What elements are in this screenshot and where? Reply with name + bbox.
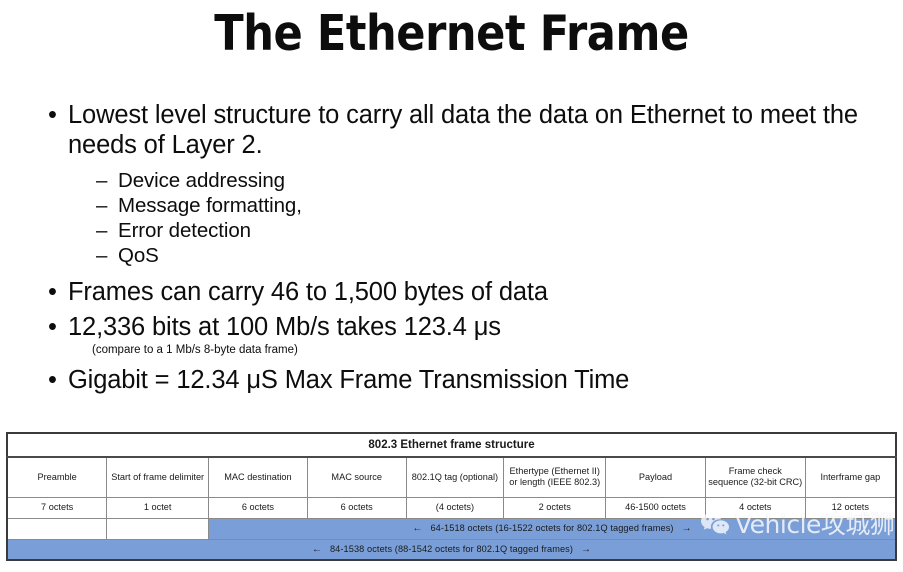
bullet-item: • Lowest level structure to carry all da…	[0, 100, 903, 160]
bullet-text: Error detection	[118, 219, 251, 242]
table-cell-empty	[106, 517, 210, 540]
table-cell-octets: (4 octets)	[405, 496, 505, 519]
bullet-item: • 12,336 bits at 100 Mb/s takes 123.4 μs	[0, 312, 903, 342]
table-column-header: Interframe gap	[804, 456, 897, 498]
bullet-text: Frames can carry 46 to 1,500 bytes of da…	[68, 278, 548, 306]
bullet-text: Lowest level structure to carry all data…	[68, 101, 858, 159]
page-title: The Ethernet Frame	[214, 5, 689, 62]
table-column-header: 802.1Q tag (optional)	[405, 456, 505, 498]
bullet-marker: –	[96, 244, 108, 267]
table-column-header: MAC source	[306, 456, 407, 498]
table-span-label: ← 64-1518 octets (16-1522 octets for 802.…	[208, 517, 897, 540]
arrow-right-icon: →	[581, 543, 592, 555]
bullet-item: – Device addressing	[0, 168, 903, 193]
table-cell-octets: 7 octets	[6, 496, 108, 519]
table-cell-octets: 1 octet	[106, 496, 210, 519]
table-cell-octets: 6 octets	[208, 496, 308, 519]
bullet-item: – Message formatting,	[0, 193, 903, 218]
table-header-row: Preamble Start of frame delimiter MAC dest…	[6, 456, 897, 498]
table-column-header: Ethertype (Ethernet II) or length (IEEE 8…	[503, 456, 607, 498]
table-cell-octets: 4 octets	[704, 496, 806, 519]
table-cell-octets: 12 octets	[804, 496, 897, 519]
bullet-item: • Gigabit = 12.34 μS Max Frame Transmiss…	[0, 365, 903, 395]
table-octets-row: 7 octets 1 octet 6 octets 6 octets (4 octets…	[6, 496, 897, 519]
slide-body: • Lowest level structure to carry all da…	[0, 100, 903, 395]
arrow-left-icon: ←	[311, 543, 322, 555]
table-cell-octets: 46-1500 octets	[605, 496, 706, 519]
table-column-header: Frame check sequence (32-bit CRC)	[704, 456, 806, 498]
bullet-marker: –	[96, 219, 108, 242]
span-range-text: 64-1518 octets (16-1522 octets for 802.1…	[430, 523, 674, 533]
bullet-marker: –	[96, 169, 108, 192]
table-column-header: MAC destination	[208, 456, 308, 498]
table-column-header: Payload	[605, 456, 706, 498]
bullet-marker: •	[48, 366, 57, 394]
bullet-item: – QoS	[0, 243, 903, 268]
bullet-item: – Error detection	[0, 218, 903, 243]
table-row: ← 64-1518 octets (16-1522 octets for 802.…	[6, 517, 897, 540]
bullet-item: • Frames can carry 46 to 1,500 bytes of …	[0, 277, 903, 307]
table-row: ← 84-1538 octets (88-1542 octets for 802.…	[6, 538, 897, 561]
table-cell-octets: 6 octets	[306, 496, 407, 519]
table-cell-octets: 2 octets	[503, 496, 607, 519]
table-title: 802.3 Ethernet frame structure	[6, 432, 897, 458]
slide-canvas: The Ethernet Frame • Lowest level struct…	[0, 0, 903, 572]
bullet-text: Device addressing	[118, 169, 285, 192]
bullet-marker: •	[48, 313, 57, 341]
ethernet-frame-structure-table: 802.3 Ethernet frame structure Preamble S…	[6, 432, 897, 561]
table-cell-empty	[6, 517, 108, 540]
span-range-text: 84-1538 octets (88-1542 octets for 802.1…	[329, 543, 574, 554]
bullet-marker: •	[48, 278, 57, 306]
arrow-left-icon: ←	[412, 523, 423, 534]
arrow-right-icon: →	[681, 523, 692, 534]
bullet-subnote: (compare to a 1 Mb/s 8-byte data frame)	[92, 344, 298, 356]
table-column-header: Preamble	[6, 456, 108, 498]
bullet-marker: •	[48, 101, 57, 129]
bullet-text: Gigabit = 12.34 μS Max Frame Transmissio…	[68, 366, 630, 394]
table-span-label: ← 84-1538 octets (88-1542 octets for 802.…	[6, 538, 897, 561]
bullet-text: 12,336 bits at 100 Mb/s takes 123.4 μs	[68, 313, 501, 341]
bullet-text: Message formatting,	[118, 194, 302, 217]
bullet-text: QoS	[118, 244, 159, 267]
table-title-row: 802.3 Ethernet frame structure	[6, 432, 897, 458]
table-column-header: Start of frame delimiter	[106, 456, 210, 498]
bullet-marker: –	[96, 194, 108, 217]
